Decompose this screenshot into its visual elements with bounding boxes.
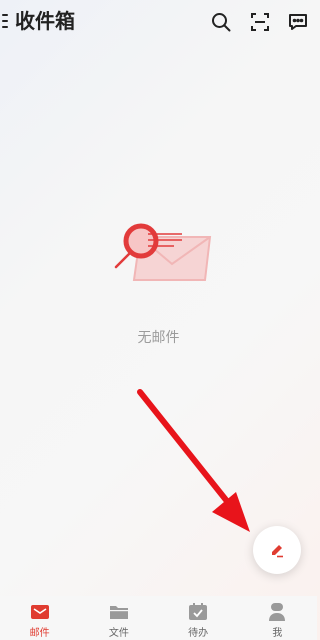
- search-icon[interactable]: [210, 11, 232, 33]
- bottom-tab-bar: 邮件 文件 待办 我: [0, 596, 317, 640]
- page-title: 收件箱: [15, 11, 75, 33]
- todo-calendar-icon: [189, 603, 208, 620]
- scan-icon[interactable]: [249, 11, 271, 33]
- compose-button[interactable]: [253, 526, 301, 574]
- tab-label: 邮件: [29, 628, 50, 639]
- message-icon[interactable]: [287, 11, 309, 33]
- tab-me[interactable]: 我: [238, 596, 317, 640]
- tab-todo[interactable]: 待办: [159, 596, 238, 640]
- mail-icon: [30, 605, 49, 619]
- empty-state-text: 无邮件: [137, 329, 180, 345]
- folder-icon: [109, 606, 128, 619]
- compose-icon: [272, 545, 283, 558]
- top-bar: 收件箱: [0, 0, 317, 44]
- menu-icon[interactable]: [2, 14, 8, 28]
- tab-label: 待办: [188, 628, 209, 639]
- tab-label: 我: [272, 628, 283, 639]
- tab-files[interactable]: 文件: [79, 596, 158, 640]
- profile-icon: [269, 603, 286, 621]
- tab-mail[interactable]: 邮件: [0, 596, 79, 640]
- tab-label: 文件: [108, 628, 129, 639]
- empty-mail-icon: [110, 212, 220, 287]
